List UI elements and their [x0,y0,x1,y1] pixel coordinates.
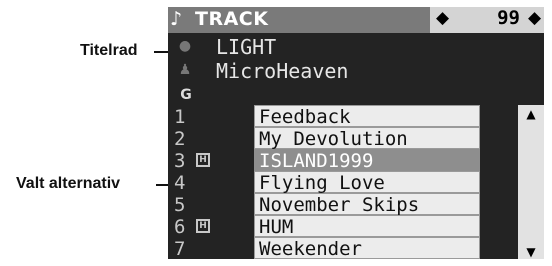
track-count: 99 [497,7,520,29]
h-badge-icon: H [196,153,210,167]
track-row[interactable]: 3 H ISLAND1999 [168,149,544,173]
arrow-left-icon[interactable]: ◆ [436,8,449,28]
track-name: HUM [259,216,294,238]
track-number: 7 [174,238,186,259]
track-number: 3 [174,150,186,172]
artist-name: MicroHeaven [216,59,349,83]
title-bar: ♪ TRACK ◆ 99 ◆ [168,7,544,33]
track-cell[interactable]: Flying Love [254,171,480,194]
track-number: 6 [174,216,186,238]
h-badge-icon: H [196,219,210,233]
scroll-down-icon[interactable]: ▼ [518,245,544,259]
genre-icon: G [180,87,192,103]
track-number: 2 [174,128,186,150]
track-count-box[interactable]: ◆ 99 ◆ [430,7,544,33]
track-name: ISLAND1999 [259,150,374,172]
track-row[interactable]: 2 My Devolution [168,127,544,151]
music-note-icon: ♪ [170,8,183,30]
track-row[interactable]: 7 Weekender [168,237,544,259]
track-name: Feedback [259,106,351,128]
album-name: LIGHT [216,35,277,59]
disc-icon: ● [178,38,192,54]
track-row[interactable]: 6 H HUM [168,215,544,239]
track-number: 5 [174,194,186,216]
track-name: Flying Love [259,172,385,194]
callout-title-bar: Titelrad [80,42,138,59]
track-cell[interactable]: Feedback [254,105,480,128]
track-name: My Devolution [259,128,408,150]
track-cell[interactable]: HUM [254,215,480,238]
track-row[interactable]: 1 Feedback [168,105,544,129]
track-number: 1 [174,106,186,128]
track-number: 4 [174,172,186,194]
track-cell[interactable]: My Devolution [254,127,480,150]
track-row[interactable]: 5 November Skips [168,193,544,217]
callout-selected-option: Valt alternativ [16,175,121,192]
title-text: TRACK [195,8,269,30]
track-name: Weekender [259,238,362,259]
artist-row: ♟ MicroHeaven [168,59,544,83]
track-cell[interactable]: November Skips [254,193,480,216]
track-name: November Skips [259,194,420,216]
scroll-up-icon[interactable]: ▲ [518,107,544,121]
person-icon: ♟ [178,62,192,78]
album-row: ● LIGHT [168,35,544,59]
player-screen: ♪ TRACK ◆ 99 ◆ ● LIGHT ♟ MicroHeaven G 1… [168,7,544,259]
track-cell[interactable]: Weekender [254,237,480,259]
track-row[interactable]: 4 Flying Love [168,171,544,195]
scrollbar[interactable]: ▲ ▼ [518,105,544,259]
arrow-right-icon[interactable]: ◆ [528,8,541,28]
track-cell-selected[interactable]: ISLAND1999 [254,149,480,172]
